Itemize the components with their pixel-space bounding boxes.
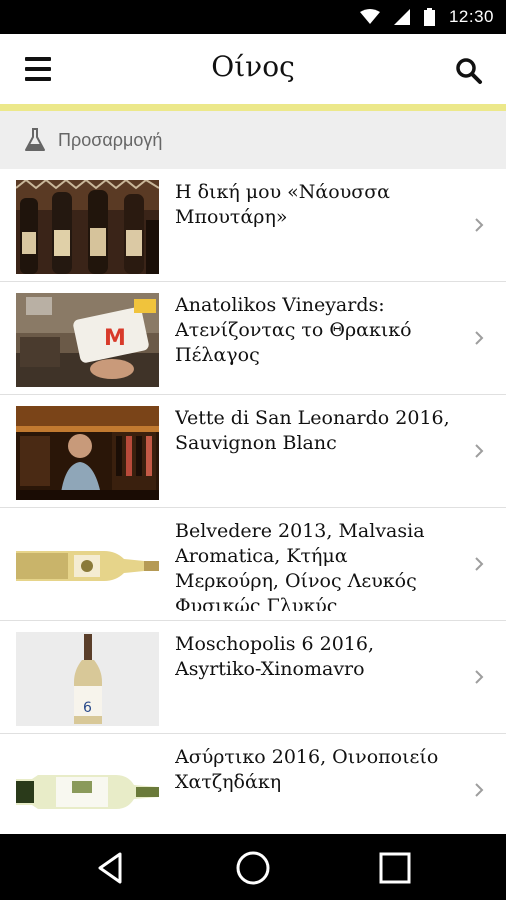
- navigation-bar: [0, 834, 506, 900]
- list-item[interactable]: Vette di San Leonardo 2016, Sauvignon Bl…: [0, 395, 506, 508]
- customize-bar[interactable]: Προσαρμογή: [0, 111, 506, 169]
- list-item[interactable]: Ασύρτικο 2016, Οινοποιείο Χατζηδάκη: [0, 734, 506, 847]
- back-icon: [98, 852, 122, 884]
- list-item[interactable]: Η δική μου «Νάουσσα Μπουτάρη»: [0, 169, 506, 282]
- search-button[interactable]: [454, 56, 484, 86]
- status-bar: 12:30: [0, 0, 506, 34]
- article-title: Moschopolis 6 2016, Asyrtiko-Xinomavro: [175, 633, 375, 680]
- chevron-right-icon: [475, 557, 484, 571]
- wifi-icon: [359, 9, 380, 24]
- chevron-right-icon: [475, 218, 484, 232]
- article-thumbnail: 6: [16, 632, 159, 726]
- svg-text:M: M: [104, 326, 126, 351]
- list-item[interactable]: M Anatolikos Vineyards: Ατενίζοντας το Θ…: [0, 282, 506, 395]
- article-thumbnail: M: [16, 293, 159, 387]
- back-button[interactable]: [92, 848, 132, 888]
- chevron-right-icon: [475, 444, 484, 458]
- chevron-right-icon: [475, 670, 484, 684]
- app-bar: Οίνος: [0, 34, 506, 104]
- chevron-right-icon: [475, 331, 484, 345]
- status-icons: 12:30: [359, 0, 494, 34]
- article-title: Η δική μου «Νάουσσα Μπουτάρη»: [175, 181, 391, 228]
- customize-label: Προσαρμογή: [58, 129, 163, 150]
- article-thumbnail: [16, 519, 159, 613]
- article-title: Belvedere 2013, Malvasia Aromatica, Κτήμ…: [175, 520, 425, 611]
- page-title: Οίνος: [211, 50, 295, 83]
- article-title: Anatolikos Vineyards: Ατενίζοντας το Θρα…: [175, 294, 412, 366]
- accent-divider: [0, 104, 506, 111]
- svg-text:6: 6: [83, 700, 92, 716]
- home-button[interactable]: [233, 848, 273, 888]
- status-time: 12:30: [448, 7, 494, 26]
- battery-icon: [423, 8, 435, 26]
- article-list: Η δική μου «Νάουσσα Μπουτάρη» M Anatolik…: [0, 169, 506, 847]
- search-icon: [456, 58, 482, 84]
- cellular-signal-icon: [393, 9, 410, 25]
- home-icon: [236, 851, 270, 885]
- article-thumbnail: [16, 745, 159, 839]
- article-thumbnail: [16, 180, 159, 274]
- recents-button[interactable]: [375, 848, 415, 888]
- list-item[interactable]: 6 Moschopolis 6 2016, Asyrtiko-Xinomavro: [0, 621, 506, 734]
- article-title: Vette di San Leonardo 2016, Sauvignon Bl…: [175, 407, 450, 454]
- chevron-right-icon: [475, 783, 484, 797]
- article-title: Ασύρτικο 2016, Οινοποιείο Χατζηδάκη: [175, 746, 439, 793]
- recents-icon: [379, 852, 411, 884]
- article-thumbnail: [16, 406, 159, 500]
- flask-icon: [25, 128, 45, 151]
- list-item[interactable]: Belvedere 2013, Malvasia Aromatica, Κτήμ…: [0, 508, 506, 621]
